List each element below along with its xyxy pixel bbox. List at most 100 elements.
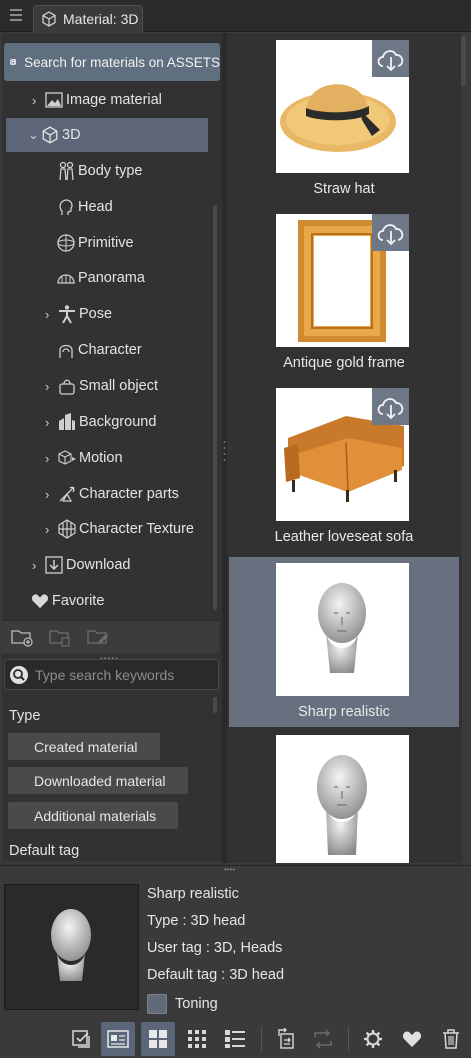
- tree-item-label: Panorama: [78, 270, 145, 286]
- chevron-right-icon[interactable]: ›: [32, 93, 44, 108]
- tree-item-label: Character: [78, 342, 142, 358]
- rename-folder-icon[interactable]: [86, 627, 110, 647]
- grid-small-icon: [188, 1030, 206, 1048]
- tab-material-3d[interactable]: Material: 3D: [33, 5, 143, 32]
- tree-item-character-parts[interactable]: › Character parts: [45, 477, 179, 511]
- detail-view-button[interactable]: [101, 1022, 135, 1056]
- info-type: Type : 3D head: [147, 913, 246, 929]
- tree-item-label: Image material: [66, 92, 162, 108]
- delete-folder-icon[interactable]: [48, 627, 72, 647]
- sync-button[interactable]: [306, 1022, 340, 1056]
- body-type-icon: [56, 161, 76, 181]
- large-thumbnail-view-button[interactable]: [141, 1022, 175, 1056]
- tree-item-motion[interactable]: › Motion: [45, 441, 123, 475]
- material-card-leather-loveseat-sofa[interactable]: Leather loveseat sofa: [229, 382, 459, 552]
- toning-checkbox[interactable]: [147, 994, 167, 1014]
- tree-item-primitive[interactable]: Primitive: [56, 226, 134, 260]
- tree-scrollbar[interactable]: [213, 205, 217, 610]
- material-card-antique-gold-frame[interactable]: Antique gold frame: [229, 208, 459, 378]
- chevron-right-icon[interactable]: ›: [45, 307, 57, 322]
- tree-item-download[interactable]: › Download: [32, 548, 131, 582]
- material-card-head[interactable]: [229, 729, 459, 863]
- chevron-right-icon[interactable]: ›: [45, 522, 57, 537]
- chevron-right-icon[interactable]: ›: [32, 558, 44, 573]
- tree-item-character-texture[interactable]: › Character Texture: [45, 512, 194, 546]
- material-list-scrollbar[interactable]: [461, 36, 466, 86]
- tree-item-panorama[interactable]: Panorama: [56, 261, 145, 295]
- small-thumbnail-view-button[interactable]: [180, 1022, 214, 1056]
- image-icon: [44, 90, 64, 110]
- info-splitter[interactable]: ••••: [224, 865, 235, 874]
- pose-icon: [57, 304, 77, 324]
- assets-search-button[interactable]: Search for materials on ASSETS: [4, 43, 220, 81]
- grid-large-icon: [149, 1030, 167, 1048]
- assets-logo-icon: [10, 59, 16, 65]
- tree-item-image-material[interactable]: › Image material: [32, 83, 162, 117]
- replace-material-button[interactable]: [270, 1022, 304, 1056]
- material-thumbnail: [276, 735, 409, 863]
- toolbar-separator: [348, 1026, 349, 1052]
- character-texture-icon: [57, 519, 77, 539]
- tree-item-3d[interactable]: ⌄ 3D: [6, 118, 208, 152]
- character-icon: [56, 340, 76, 360]
- material-card-sharp-realistic[interactable]: Sharp realistic: [229, 557, 459, 727]
- cloud-download-icon: [377, 49, 403, 71]
- material-name: Sharp realistic: [298, 704, 390, 720]
- tree-item-character[interactable]: Character: [56, 333, 142, 367]
- search-input[interactable]: [35, 666, 215, 683]
- tree-item-label: Favorite: [52, 593, 105, 609]
- heart-icon: [402, 1031, 422, 1047]
- filter-additional-materials[interactable]: Additional materials: [8, 802, 179, 829]
- search-icon: [10, 665, 28, 684]
- tab-title: Material: 3D: [63, 11, 139, 27]
- material-thumbnail: [276, 214, 409, 347]
- tree-item-label: Character parts: [79, 486, 179, 502]
- primitive-icon: [56, 233, 76, 253]
- download-badge[interactable]: [372, 388, 409, 425]
- replace-icon: [278, 1028, 294, 1049]
- material-settings-button[interactable]: [356, 1022, 390, 1056]
- toolbar-separator: [261, 1026, 262, 1052]
- paste-to-canvas-button[interactable]: [64, 1022, 98, 1056]
- filter-scrollbar[interactable]: [213, 697, 217, 713]
- material-name: Leather loveseat sofa: [274, 529, 414, 545]
- tree-item-favorite[interactable]: Favorite: [30, 584, 104, 618]
- tree-item-label: Background: [79, 414, 157, 430]
- panel-splitter[interactable]: •••••: [100, 654, 124, 663]
- small-object-icon: [57, 376, 77, 396]
- material-thumbnail: [276, 388, 409, 521]
- download-icon: [44, 555, 64, 575]
- default-tag-heading: Default tag: [9, 843, 80, 859]
- panorama-icon: [56, 268, 76, 288]
- download-badge[interactable]: [372, 40, 409, 77]
- chevron-down-icon[interactable]: ⌄: [28, 127, 40, 143]
- list-view-button[interactable]: [218, 1022, 252, 1056]
- detail-view-icon: [107, 1030, 129, 1048]
- info-preview-thumbnail: [4, 884, 139, 1010]
- filter-created-material[interactable]: Created material: [8, 733, 160, 760]
- chevron-right-icon[interactable]: ›: [45, 487, 57, 502]
- type-filter-heading: Type: [9, 708, 41, 724]
- menu-icon[interactable]: [10, 9, 22, 21]
- chevron-right-icon[interactable]: ›: [45, 415, 57, 430]
- chevron-right-icon[interactable]: ›: [45, 379, 57, 394]
- tree-item-body-type[interactable]: Body type: [56, 154, 143, 188]
- tree-item-small-object[interactable]: › Small object: [45, 369, 158, 403]
- filter-downloaded-material[interactable]: Downloaded material: [8, 767, 188, 794]
- delete-material-button[interactable]: [434, 1022, 468, 1056]
- list-view-icon: [225, 1030, 245, 1048]
- keyword-search-field[interactable]: [4, 659, 219, 690]
- tree-item-pose[interactable]: › Pose: [45, 297, 112, 331]
- add-to-favorite-button[interactable]: [395, 1022, 429, 1056]
- tree-item-label: Body type: [78, 163, 143, 179]
- new-folder-icon[interactable]: [10, 627, 34, 647]
- material-card-straw-hat[interactable]: Straw hat: [229, 34, 459, 204]
- download-badge[interactable]: [372, 214, 409, 251]
- chevron-right-icon[interactable]: ›: [45, 451, 57, 466]
- tree-item-label: Download: [66, 557, 131, 573]
- splitter-grip-icon: [223, 441, 226, 461]
- tree-item-head[interactable]: Head: [56, 190, 113, 224]
- heart-icon: [30, 591, 50, 611]
- character-parts-icon: [57, 484, 77, 504]
- tree-item-background[interactable]: › Background: [45, 405, 156, 439]
